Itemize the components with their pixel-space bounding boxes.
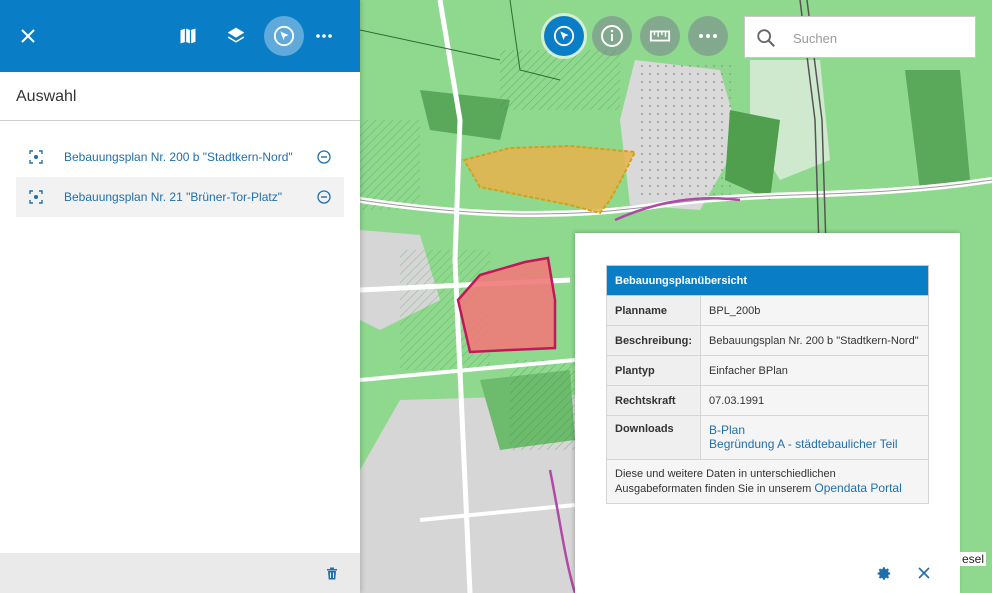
zoom-to-feature-icon[interactable]	[28, 149, 44, 165]
info-tool-button[interactable]	[592, 16, 632, 56]
popup-settings-button[interactable]	[876, 565, 892, 581]
more-icon	[699, 34, 717, 38]
sidebar-footer	[0, 553, 360, 593]
selection-mode-button[interactable]	[264, 16, 304, 56]
popup-close-button[interactable]	[916, 565, 932, 581]
more-icon	[316, 34, 332, 38]
zoom-to-feature-icon[interactable]	[28, 189, 44, 205]
table-row: Rechtskraft 07.03.1991	[605, 385, 929, 416]
download-link-bplan[interactable]: B-Plan	[709, 423, 920, 437]
selection-item-plan-200b[interactable]: Bebauungsplan Nr. 200 b "Stadtkern-Nord"	[16, 137, 344, 177]
remove-circle-icon[interactable]	[316, 189, 332, 205]
row-key: Beschreibung:	[605, 325, 702, 356]
gear-icon	[877, 566, 890, 580]
selection-item-label: Bebauungsplan Nr. 21 "Brüner-Tor-Platz"	[64, 190, 282, 204]
close-sidebar-button[interactable]	[8, 16, 48, 56]
opendata-portal-link[interactable]: Opendata Portal	[814, 481, 901, 495]
row-key: Planname	[605, 295, 702, 326]
select-cursor-icon	[273, 25, 295, 47]
row-value: BPL_200b	[700, 295, 929, 326]
table-row-downloads: Downloads B-Plan Begründung A - städteba…	[605, 415, 929, 460]
downloads-cell: B-Plan Begründung A - städtebaulicher Te…	[700, 415, 929, 460]
select-cursor-icon	[553, 25, 575, 47]
sidebar-toolbar	[0, 0, 360, 72]
layers-icon	[227, 27, 245, 43]
map-place-label: esel	[960, 552, 987, 566]
more-tools-button[interactable]	[688, 16, 728, 56]
feature-info-popup: Bebauungsplanübersicht Planname BPL_200b…	[575, 233, 960, 593]
table-row: Plantyp Einfacher BPlan	[605, 355, 929, 386]
select-tool-button[interactable]	[544, 16, 584, 56]
sidebar-title: Auswahl	[16, 88, 77, 105]
table-row-note: Diese und weitere Daten in unterschiedli…	[606, 459, 929, 504]
remove-circle-icon[interactable]	[316, 149, 332, 165]
download-link-begruendung[interactable]: Begründung A - städtebaulicher Teil	[709, 437, 920, 451]
info-table: Bebauungsplanübersicht Planname BPL_200b…	[605, 265, 929, 504]
row-key: Downloads	[605, 415, 702, 460]
row-value: Bebauungsplan Nr. 200 b "Stadtkern-Nord"	[700, 325, 929, 356]
info-icon	[601, 25, 623, 47]
row-value: 07.03.1991	[700, 385, 929, 416]
close-icon	[21, 29, 35, 43]
row-value: Einfacher BPlan	[700, 355, 929, 386]
selection-item-label: Bebauungsplan Nr. 200 b "Stadtkern-Nord"	[64, 150, 293, 164]
row-key: Plantyp	[605, 355, 702, 386]
search-icon[interactable]	[755, 27, 777, 49]
note-text: Diese und weitere Daten in unterschiedli…	[615, 468, 836, 495]
map-icon	[180, 28, 196, 44]
table-row: Beschreibung: Bebauungsplan Nr. 200 b "S…	[605, 325, 929, 356]
divider	[0, 120, 360, 121]
row-key: Rechtskraft	[605, 385, 702, 416]
measure-tool-button[interactable]	[640, 16, 680, 56]
table-row: Planname BPL_200b	[605, 295, 929, 326]
more-options-button[interactable]	[304, 16, 344, 56]
measure-icon	[649, 30, 671, 42]
search-input[interactable]	[793, 27, 963, 49]
note-cell: Diese und weitere Daten in unterschiedli…	[606, 459, 929, 504]
selection-item-plan-21[interactable]: Bebauungsplan Nr. 21 "Brüner-Tor-Platz"	[16, 177, 344, 217]
map-button[interactable]	[168, 16, 208, 56]
search-box	[744, 16, 976, 58]
info-table-title: Bebauungsplanübersicht	[606, 265, 929, 296]
close-icon	[918, 567, 930, 579]
clear-selection-button[interactable]	[324, 565, 340, 581]
selection-sidebar: Auswahl Bebauungsplan Nr. 200 b "Stadtke…	[0, 0, 360, 593]
layers-button[interactable]	[216, 16, 256, 56]
trash-icon	[327, 567, 337, 579]
